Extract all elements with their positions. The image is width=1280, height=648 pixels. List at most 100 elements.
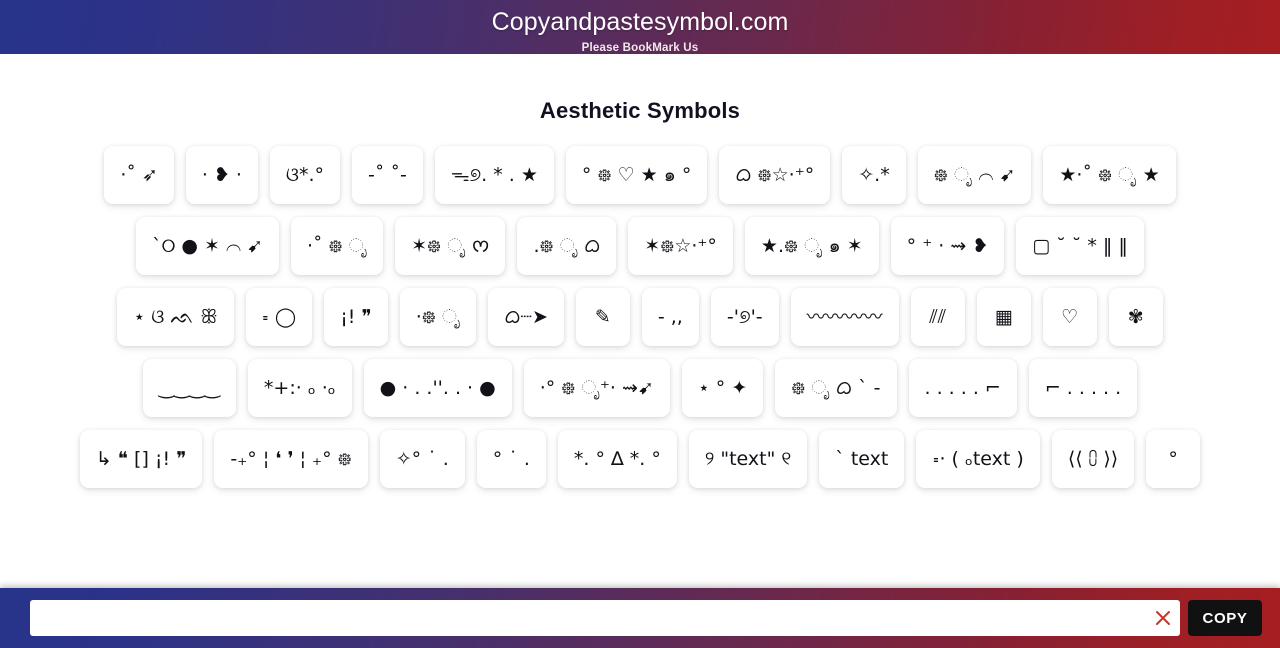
symbol-card[interactable]: ⋆ ° ✦ — [681, 359, 764, 417]
symbol-text: ● · . .''. . · ● — [379, 376, 496, 399]
symbol-text: ଓ*.° — [285, 163, 325, 186]
symbol-text: ° ᪥ ♡ ★ ๑ ° — [581, 163, 692, 186]
symbol-text: . . . . . ⌐ — [924, 376, 1001, 399]
symbol-card[interactable]: ⫽⫽ — [910, 288, 965, 346]
symbol-card[interactable]: ·° ᪥ ೃ⁺· ⇝➹ — [523, 359, 670, 417]
symbol-card[interactable]: -₊° ¦ ❛ ❜ ¦ ₊° ᪥ — [214, 430, 368, 488]
symbol-card[interactable]: · ❥ · — [185, 146, 258, 204]
symbol-text: ▢ ˘ ˘ * ‖ ‖ — [1032, 234, 1128, 257]
symbol-text: ꞊· ( ₒtext ) — [932, 447, 1024, 470]
copy-button[interactable]: COPY — [1188, 600, 1262, 636]
symbol-text: - ,, — [657, 305, 683, 328]
symbol-card[interactable]: . . . . . ⌐ — [908, 359, 1017, 417]
symbol-card[interactable]: ᜊ ᪥☆·⁺° — [719, 146, 831, 204]
symbol-card[interactable]: ⋆ ଓ ᨒ ꕥ — [117, 288, 234, 346]
symbol-text: *. ° ∆ *. ° — [573, 447, 661, 470]
symbol-card[interactable]: ·᪥ ೃ — [399, 288, 477, 346]
symbol-card[interactable]: ‿‿‿‿ — [142, 359, 236, 417]
symbol-card[interactable]: ✶᪥☆·⁺° — [628, 217, 733, 275]
symbol-text: · ❥ · — [201, 163, 242, 186]
symbol-card[interactable]: -'୭'- — [710, 288, 779, 346]
symbol-text: ⋆ ଓ ᨒ ꕥ — [133, 305, 218, 328]
symbol-card[interactable]: ↳ ❝ [] ¡! ❞ — [79, 430, 203, 488]
symbol-card[interactable]: - ,, — [641, 288, 699, 346]
symbol-text: ·᪥ ೃ — [415, 305, 461, 328]
symbol-card[interactable]: ·˚ ᪥ ೃ — [290, 217, 384, 275]
site-title: Copyandpastesymbol.com — [491, 8, 789, 36]
symbol-text: ★.᪥ ೃ ๑ ✶ — [760, 234, 863, 257]
symbol-text: ↳ ❝ [] ¡! ❞ — [95, 447, 187, 470]
symbol-text: ˋ text — [835, 447, 889, 470]
symbol-card[interactable]: ★.᪥ ೃ ๑ ✶ — [744, 217, 879, 275]
symbol-text: ★·˚ ᪥ ೃ ★ — [1059, 163, 1160, 186]
symbol-text: -'୭'- — [726, 305, 763, 328]
symbol-card[interactable]: ● · . .''. . · ● — [363, 359, 512, 417]
symbol-text: ‿‿‿‿ — [158, 376, 220, 399]
symbol-text: ·° ᪥ ೃ⁺· ⇝➹ — [539, 376, 654, 399]
symbol-card[interactable]: .᪥ ೃ ᜊ — [517, 217, 617, 275]
symbol-card[interactable]: ✎ — [575, 288, 630, 346]
symbol-text: ✧° ˙ . — [395, 447, 449, 470]
symbol-card[interactable]: *+:· ₒ ·ₒ — [247, 359, 352, 417]
symbol-card[interactable]: ° — [1146, 430, 1201, 488]
symbol-card[interactable]: ᜊ┈➤ — [488, 288, 564, 346]
symbol-text: ° — [1168, 447, 1178, 470]
symbol-card[interactable]: -˚ ˚- — [352, 146, 423, 204]
symbol-text: ⋆ ° ✦ — [697, 376, 748, 399]
symbol-card[interactable]: ✧.* — [842, 146, 906, 204]
symbol-text: -˚ ˚- — [368, 163, 407, 186]
symbol-card[interactable]: ✾ — [1108, 288, 1163, 346]
symbol-card[interactable]: ꞊ ◯ — [245, 288, 313, 346]
symbol-card[interactable]: ᯓ୭. * . ★ — [434, 146, 554, 204]
symbol-card[interactable]: ★·˚ ᪥ ೃ ★ — [1043, 146, 1176, 204]
symbol-card[interactable]: ·˚ ➶ — [104, 146, 174, 204]
symbol-card[interactable]: ⟨⟨ ⩇ ⟩⟩ — [1051, 430, 1135, 488]
symbol-text: ▦ — [994, 305, 1013, 328]
symbol-card[interactable]: ¡! ❞ — [324, 288, 388, 346]
symbol-text: ⟨⟨ ⩇ ⟩⟩ — [1067, 447, 1119, 470]
symbol-text: ✎ — [594, 305, 611, 328]
symbol-text: ᜊ┈➤ — [504, 305, 548, 328]
symbol-text: ᪥ ೃ ᜊ ˋ - — [791, 376, 881, 399]
symbol-card[interactable]: ° ⁺ · ⇝ ❥ — [890, 217, 1005, 275]
symbol-card[interactable]: ▦ — [976, 288, 1031, 346]
page-title: Aesthetic Symbols — [539, 98, 741, 123]
symbol-text: -₊° ¦ ❛ ❜ ¦ ₊° ᪥ — [230, 447, 352, 470]
symbol-text: ✶᪥☆·⁺° — [644, 234, 717, 257]
symbol-card[interactable]: ˋ୦ ● ✶ ⌒ ➹ — [136, 217, 279, 275]
symbol-card[interactable]: 〰〰〰〰 — [790, 288, 899, 346]
symbol-text: ⌐ . . . . . — [1044, 376, 1122, 399]
symbol-text: ¡! ❞ — [340, 305, 372, 328]
symbol-text: ✾ — [1127, 305, 1144, 328]
symbol-card[interactable]: ᪥ ೃ ⌒ ➹ — [917, 146, 1032, 204]
symbol-text: ᜊ ᪥☆·⁺° — [735, 163, 815, 186]
site-header: Copyandpastesymbol.com Please BookMark U… — [0, 0, 1280, 54]
symbol-text: 〰〰〰〰 — [806, 305, 883, 328]
symbol-text: .᪥ ೃ ᜊ — [533, 234, 601, 257]
symbol-card[interactable]: ଓ*.° — [269, 146, 341, 204]
symbol-card[interactable]: ° ˙ . — [476, 430, 546, 488]
symbol-card[interactable]: ⌐ . . . . . — [1028, 359, 1138, 417]
symbol-card[interactable]: ˋ text — [819, 430, 905, 488]
symbol-text: *+:· ₒ ·ₒ — [263, 376, 336, 399]
symbol-card[interactable]: ୨ "text" ୧ — [688, 430, 808, 488]
close-x-icon[interactable] — [1146, 601, 1180, 635]
symbol-card[interactable]: ♡ — [1042, 288, 1097, 346]
symbol-card[interactable]: ▢ ˘ ˘ * ‖ ‖ — [1016, 217, 1144, 275]
symbol-text: ᪥ ೃ ⌒ ➹ — [933, 163, 1016, 186]
symbol-card[interactable]: ꞊· ( ₒtext ) — [916, 430, 1040, 488]
symbol-card[interactable]: ° ᪥ ♡ ★ ๑ ° — [565, 146, 708, 204]
symbol-text: ꞊ ◯ — [261, 305, 297, 328]
page-content: Aesthetic Symbols ·˚ ➶ · ❥ · ଓ*.° -˚ ˚- ᯓ୭. … — [0, 54, 1280, 648]
symbol-grid: ·˚ ➶ · ❥ · ଓ*.° -˚ ˚- ᯓ୭. * . ★ ° ᪥ ♡ ★ ๑ ° ᜊ … — [0, 146, 1280, 488]
symbol-card[interactable]: ᪥ ೃ ᜊ ˋ - — [775, 359, 897, 417]
symbol-text: ·˚ ᪥ ೃ — [306, 234, 368, 257]
symbol-card[interactable]: *. ° ∆ *. ° — [557, 430, 677, 488]
symbol-input[interactable] — [30, 601, 1146, 635]
symbol-text: ✧.* — [858, 163, 890, 186]
symbol-card[interactable]: ✧° ˙ . — [379, 430, 465, 488]
symbol-card[interactable]: ✶᪥ ೃ ᰔ — [395, 217, 506, 275]
bookmark-notice: Please BookMark Us — [581, 42, 699, 54]
symbol-text: ·˚ ➶ — [120, 163, 158, 186]
copy-bar: COPY — [0, 588, 1280, 648]
